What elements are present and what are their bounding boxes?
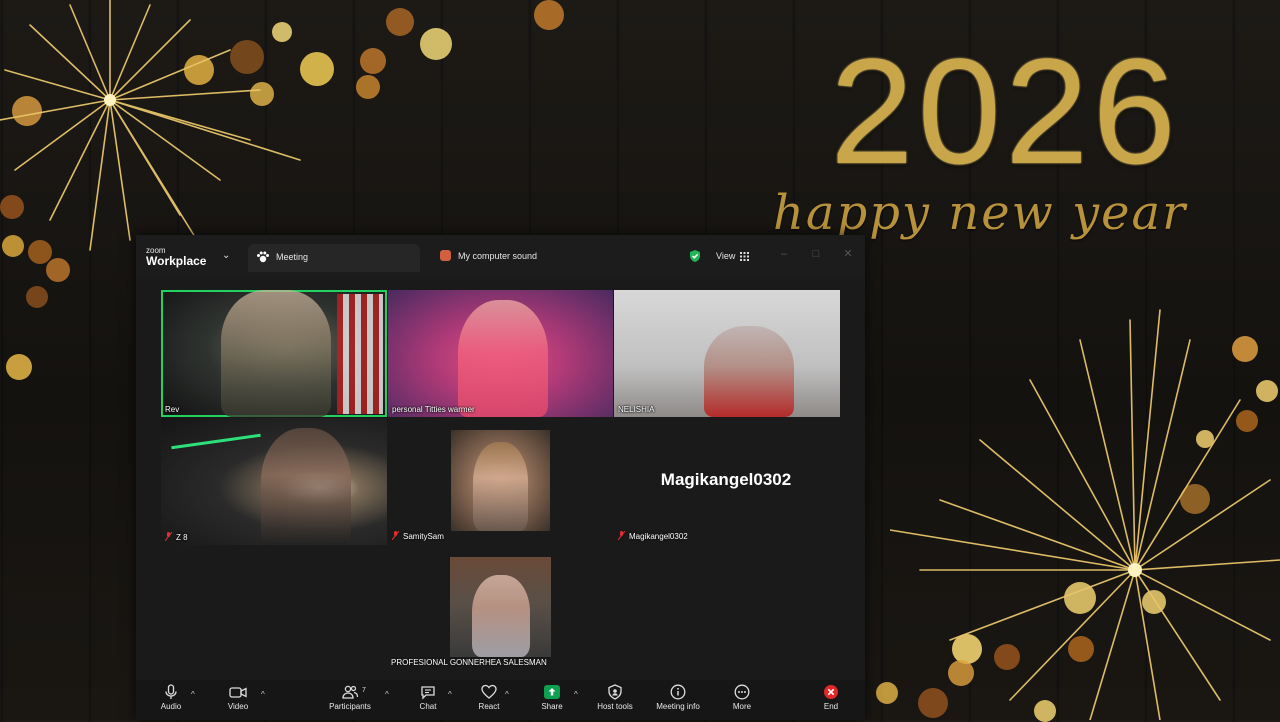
participant-tile[interactable]: NELISHIA [614,290,840,417]
tab-meeting[interactable]: Meeting [248,244,420,272]
chat-button[interactable]: Chat [416,684,440,711]
participant-name: personal Titties warmer [392,405,475,414]
greeting-text: happy new year [772,185,1188,241]
tab-meeting-label: Meeting [276,252,309,262]
chevron-up-icon[interactable]: ^ [191,690,195,699]
tab-computer-sound-label: My computer sound [458,251,538,261]
paw-icon [257,251,269,263]
chat-icon [421,686,435,700]
chevron-up-icon[interactable]: ^ [261,690,265,699]
participant-name-label: Magikangel0302 [618,531,688,541]
chevron-up-icon[interactable]: ^ [574,690,578,699]
meeting-info-label: Meeting info [656,702,700,711]
brand-big-text: Workplace [146,254,207,268]
title-bar: zoom Workplace ⌄ Meeting My computer sou… [136,235,865,279]
participants-button[interactable]: Participants [324,684,376,711]
host-tools-button[interactable]: Host tools [594,684,636,711]
chevron-up-icon[interactable]: ^ [385,690,389,699]
participant-name: NELISHIA [618,405,655,414]
bokeh-light [360,48,386,74]
video-button[interactable]: Video [222,684,254,711]
bokeh-light [6,354,32,380]
participant-tile[interactable]: personal Titties warmer [388,290,613,417]
react-label: React [478,702,500,711]
neon-light [171,433,261,450]
participant-tile[interactable] [451,430,550,531]
share-arrow-icon [544,685,560,699]
more-dots-icon [734,684,750,700]
view-label: View [716,251,736,261]
participant-tile[interactable]: Z 8 [161,418,387,545]
participant-name-label: PROFESIONAL GONNERHEA SALESMAN [391,658,547,667]
bokeh-light [46,258,70,282]
video-off-name-placeholder[interactable]: Magikangel0302 [616,470,836,490]
bokeh-light [356,75,380,99]
participant-name-text: Magikangel0302 [629,532,688,541]
react-button[interactable]: React [476,684,502,711]
sound-app-icon [440,250,451,261]
zoom-workplace-logo[interactable]: zoom Workplace [146,246,206,268]
participant-tile-rev[interactable]: Rev [161,290,387,417]
audio-button[interactable]: Audio [156,684,186,711]
mic-muted-icon [165,532,172,541]
view-button[interactable]: View [708,245,758,267]
chat-label: Chat [419,702,437,711]
participant-video [458,300,548,417]
share-button[interactable]: Share [538,684,566,711]
share-label: Share [541,702,563,711]
participant-name: Z 8 [165,532,188,542]
meeting-toolbar: Audio ^ Video ^ Participants 7 ^ Chat ^ [136,680,865,720]
bokeh-light [386,8,414,36]
minimize-icon[interactable]: – [777,247,791,261]
grid-icon [740,252,749,261]
participant-tile[interactable] [450,557,551,657]
chevron-up-icon[interactable]: ^ [448,690,452,699]
participant-name-text: Z 8 [176,533,188,542]
host-tools-label: Host tools [597,702,633,711]
mic-muted-icon [392,531,399,540]
maximize-icon[interactable]: □ [809,247,823,261]
end-x-icon [824,685,838,699]
heart-icon [481,684,497,699]
participant-name-text: SamitySam [403,532,444,541]
participant-video [473,442,528,531]
flag-backdrop [337,294,383,414]
shield-check-icon[interactable] [688,249,702,263]
bokeh-light [534,0,564,30]
end-label: End [823,702,839,711]
bokeh-light [26,286,48,308]
shield-icon [608,684,622,700]
participant-video [704,326,794,417]
participant-video [472,575,530,657]
microphone-icon [165,684,177,699]
participants-label: Participants [329,702,371,711]
close-icon[interactable]: ✕ [841,247,855,261]
participant-count: 7 [362,687,366,694]
audio-label: Audio [160,702,182,711]
more-button[interactable]: More [730,684,754,711]
meeting-info-button[interactable]: Meeting info [652,684,704,711]
participants-icon [342,685,359,699]
firework-top-left [0,0,301,251]
participant-name: Rev [165,405,180,414]
participant-video [261,428,351,545]
firework-bottom-right [890,309,1280,720]
participant-video [221,290,331,417]
mic-muted-icon [618,531,625,540]
participant-name-label: SamitySam [392,531,444,541]
bokeh-light [420,28,452,60]
video-camera-icon [229,687,247,698]
info-icon [670,684,686,700]
end-meeting-button[interactable]: End [820,684,842,711]
chevron-down-icon[interactable]: ⌄ [222,250,230,261]
year-text: 2026 [830,27,1180,195]
more-label: More [732,702,752,711]
video-label: Video [227,702,249,711]
chevron-up-icon[interactable]: ^ [505,690,509,699]
